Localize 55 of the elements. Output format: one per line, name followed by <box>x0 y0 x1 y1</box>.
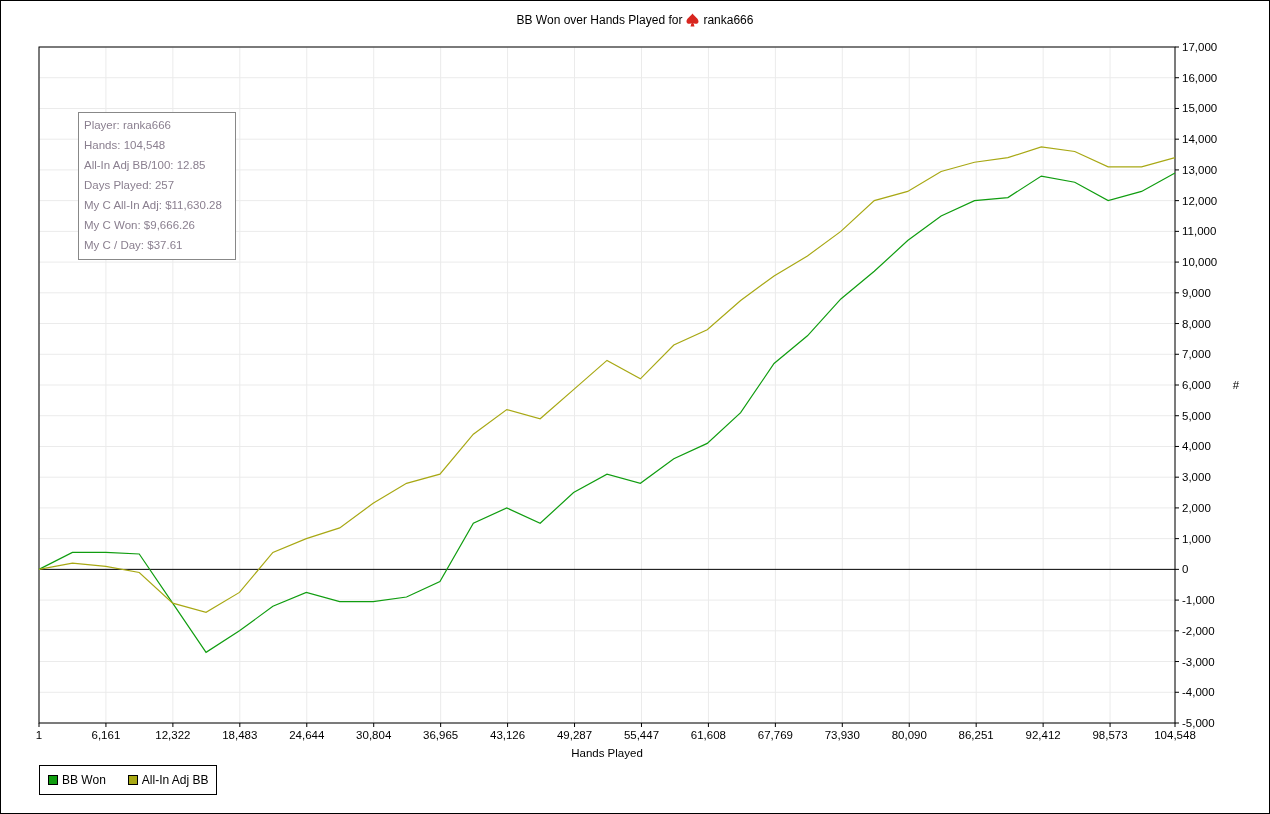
x-tick-label: 55,447 <box>623 729 660 741</box>
chart-title: BB Won over Hands Played for <box>516 13 683 27</box>
x-tick-label: 24,644 <box>289 729 325 741</box>
y-tick-label: 12,000 <box>1182 194 1218 207</box>
y-axis-title: # <box>1232 379 1240 391</box>
x-tick-label: 36,965 <box>423 729 459 741</box>
x-tick-label: 92,412 <box>1025 729 1061 741</box>
y-tick-label: 10,000 <box>1182 256 1218 269</box>
x-tick-label: 43,126 <box>490 729 526 741</box>
y-tick-label: -5,000 <box>1182 717 1215 729</box>
stat-line: All-In Adj BB/100: 12.85 <box>84 158 207 173</box>
y-tick-label: 11,000 <box>1182 225 1217 238</box>
x-tick-label: 49,287 <box>556 729 593 741</box>
y-tick-label: 4,000 <box>1182 440 1211 453</box>
y-tick-label: 5,000 <box>1182 409 1211 422</box>
stat-line: Hands: 104,548 <box>84 138 167 153</box>
y-tick-label: 0 <box>1182 563 1189 576</box>
y-tick-label: 14,000 <box>1182 133 1218 146</box>
y-tick-label: -1,000 <box>1182 594 1215 607</box>
x-axis-title: Hands Played <box>571 747 643 759</box>
stat-line: Player: ranka666 <box>84 118 172 133</box>
x-tick-label: 67,769 <box>757 729 793 741</box>
y-tick-label: 13,000 <box>1182 163 1218 176</box>
player-name: ranka666 <box>703 13 754 27</box>
y-tick-label: 16,000 <box>1182 71 1218 84</box>
y-tick-label: 17,000 <box>1182 41 1218 53</box>
x-tick-label: 86,251 <box>958 729 994 741</box>
x-tick-label: 73,930 <box>824 729 860 741</box>
y-tick-label: 7,000 <box>1182 348 1211 361</box>
spade-icon <box>686 13 700 27</box>
y-tick-label: 15,000 <box>1182 102 1218 115</box>
y-tick-label: 6,000 <box>1182 379 1211 391</box>
y-tick-label: 2,000 <box>1182 501 1211 514</box>
x-tick-label: 61,608 <box>690 729 726 741</box>
x-tick-label: 1 <box>35 729 43 741</box>
legend-label: BB Won <box>62 773 106 787</box>
stat-line: My C All-In Adj: $11,630.28 <box>84 198 223 213</box>
x-tick-label: 6,161 <box>91 729 121 741</box>
x-tick-label: 12,322 <box>155 729 191 741</box>
stat-line: My C / Day: $37.61 <box>84 238 184 253</box>
x-tick-label: 104,548 <box>1154 729 1196 741</box>
x-tick-label: 30,804 <box>356 729 392 741</box>
x-tick-label: 98,573 <box>1092 729 1128 741</box>
y-tick-label: 8,000 <box>1182 317 1211 330</box>
stat-line: My C Won: $9,666.26 <box>84 218 196 233</box>
x-tick-label: 18,483 <box>222 729 258 741</box>
x-tick-label: 80,090 <box>891 729 927 741</box>
y-tick-label: 1,000 <box>1182 532 1211 545</box>
y-tick-label: -3,000 <box>1182 655 1215 668</box>
y-tick-label: -2,000 <box>1182 624 1215 637</box>
legend-label: All-In Adj BB <box>141 773 209 787</box>
y-tick-label: -4,000 <box>1182 686 1215 699</box>
y-tick-label: 9,000 <box>1182 286 1211 299</box>
y-tick-label: 3,000 <box>1182 471 1211 484</box>
stat-line: Days Played: 257 <box>84 178 176 193</box>
